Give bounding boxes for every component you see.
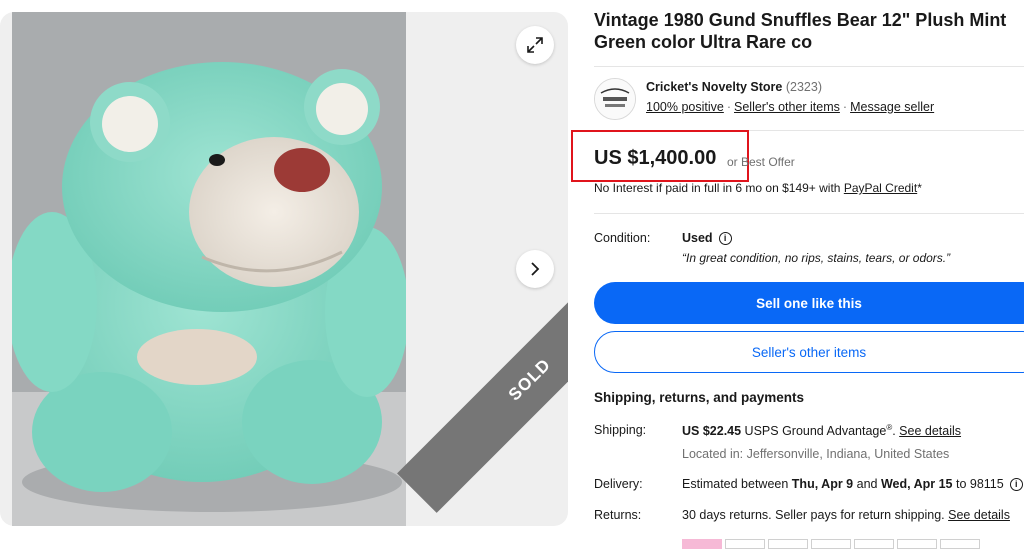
divider [594,213,1024,214]
payment-method-icon [725,539,765,549]
item-price: US $1,400.00 [594,147,717,169]
image-gallery: SOLD [0,12,568,526]
listing-title: Vintage 1980 Gund Snuffles Bear 12" Plus… [594,10,1007,52]
store-logo-image [595,79,635,119]
chevron-right-icon [531,262,540,276]
divider [594,66,1024,67]
best-offer-text: or Best Offer [727,155,795,169]
financing-text: No Interest if paid in full in 6 mo on $… [594,181,922,195]
paypal-credit-link[interactable]: PayPal Credit [844,181,917,195]
info-icon[interactable]: i [718,232,732,246]
seller-name-line: Cricket's Novelty Store (2323) [646,80,822,94]
expand-arrows-icon [527,37,543,53]
snuffles-bear-image [12,12,406,526]
returns-see-details-link[interactable]: See details [948,508,1010,522]
seller-feedback-count: (2323) [785,80,822,94]
payment-method-icon [940,539,980,549]
product-photo[interactable] [12,12,406,526]
item-location: Located in: Jeffersonville, Indiana, Uni… [682,447,950,461]
seller-links: 100% positive · Seller's other items · Messa… [646,100,935,114]
payment-method-icon [811,539,851,549]
sold-ribbon: SOLD [397,247,568,513]
payment-method-icon [854,539,894,549]
seller-positive-link[interactable]: 100% positive [646,100,724,114]
payment-method-icon [768,539,808,549]
seller-avatar[interactable] [594,78,636,120]
returns-value: 30 days returns. Seller pays for return … [682,508,1010,522]
seller-name[interactable]: Cricket's Novelty Store [646,80,782,94]
condition-label: Condition: [594,231,651,245]
delivery-label: Delivery: [594,477,643,491]
sold-label: SOLD [504,354,555,405]
expand-image-button[interactable] [516,26,554,64]
condition-value: Used i [682,231,732,246]
seller-other-items-link[interactable]: Seller's other items [734,100,840,114]
shipping-value: US $22.45 USPS Ground Advantage®. See de… [682,423,962,439]
returns-label: Returns: [594,508,642,522]
next-image-button[interactable] [516,250,554,288]
delivery-value: Estimated between Thu, Apr 9 and Wed, Ap… [682,477,1023,492]
condition-description: “In great condition, no rips, stains, te… [682,251,951,265]
shipping-label: Shipping: [594,423,647,437]
delivery-info-icon[interactable]: i [1009,478,1023,492]
sell-one-like-this-button[interactable]: Sell one like this [594,282,1024,324]
payment-method-icon [897,539,937,549]
shipping-see-details-link[interactable]: See details [899,424,961,438]
payment-method-icon [682,539,722,549]
payment-methods-strip [682,536,1024,549]
sellers-other-items-button[interactable]: Seller's other items [594,331,1024,373]
message-seller-link[interactable]: Message seller [850,100,934,114]
shipping-section-title: Shipping, returns, and payments [594,390,805,405]
